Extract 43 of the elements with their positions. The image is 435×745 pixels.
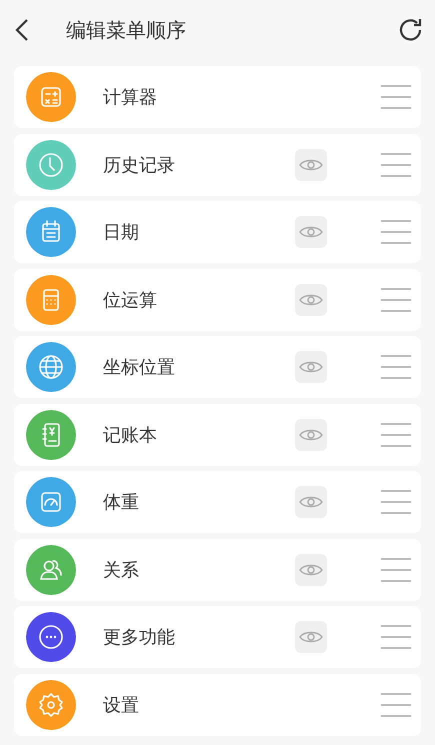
drag-handle-icon[interactable] — [381, 152, 411, 178]
drag-handle-icon[interactable] — [381, 422, 411, 448]
menu-item-card[interactable]: 坐标位置 — [14, 336, 421, 398]
menu-item-card[interactable]: 日期 — [14, 201, 421, 263]
menu-item-card[interactable]: 位运算 — [14, 268, 421, 330]
eye-icon — [299, 629, 323, 645]
menu-item-label: 体重 — [103, 491, 140, 514]
menu-item-card[interactable]: 计算器 — [14, 66, 421, 128]
menu-item-label: 坐标位置 — [103, 356, 176, 379]
menu-item-card[interactable]: 关系 — [14, 538, 421, 600]
menu-item-card[interactable]: 历史记录 — [14, 134, 421, 196]
menu-item-label: 记账本 — [103, 424, 158, 446]
visibility-toggle[interactable] — [295, 554, 327, 586]
eye-icon — [299, 359, 323, 375]
visibility-toggle[interactable] — [295, 216, 327, 248]
menu-item-label: 计算器 — [103, 86, 158, 109]
visibility-toggle[interactable] — [295, 486, 327, 518]
eye-icon — [299, 494, 323, 510]
menu-item-card[interactable]: 设置 — [14, 674, 421, 736]
menu-item-label: 历史记录 — [103, 154, 176, 176]
drag-handle-icon[interactable] — [381, 219, 411, 245]
visibility-toggle[interactable] — [295, 418, 327, 450]
menu-item-label: 关系 — [103, 558, 140, 582]
menu-item-card[interactable]: 更多功能 — [14, 606, 421, 668]
menu-item-label: 设置 — [103, 694, 140, 716]
menu-item-label: 位运算 — [103, 288, 158, 312]
menu-item-card[interactable]: 记账本 — [14, 404, 421, 466]
drag-handle-icon[interactable] — [381, 84, 411, 110]
menu-item-label: 更多功能 — [103, 626, 176, 649]
visibility-toggle[interactable] — [295, 284, 327, 316]
drag-handle-icon[interactable] — [381, 624, 411, 650]
menu-item-label: 日期 — [103, 221, 140, 244]
visibility-toggle[interactable] — [295, 621, 327, 653]
drag-handle-icon[interactable] — [381, 354, 411, 380]
menu-item-card[interactable]: 体重 — [14, 471, 421, 533]
drag-handle-icon[interactable] — [381, 692, 411, 718]
eye-icon — [299, 224, 323, 240]
visibility-toggle[interactable] — [295, 351, 327, 383]
page-title: 编辑菜单顺序 — [66, 16, 187, 44]
visibility-toggle[interactable] — [295, 148, 327, 180]
drag-handle-icon[interactable] — [381, 286, 411, 312]
drag-handle-icon[interactable] — [381, 489, 411, 515]
drag-handle-icon[interactable] — [381, 556, 411, 582]
